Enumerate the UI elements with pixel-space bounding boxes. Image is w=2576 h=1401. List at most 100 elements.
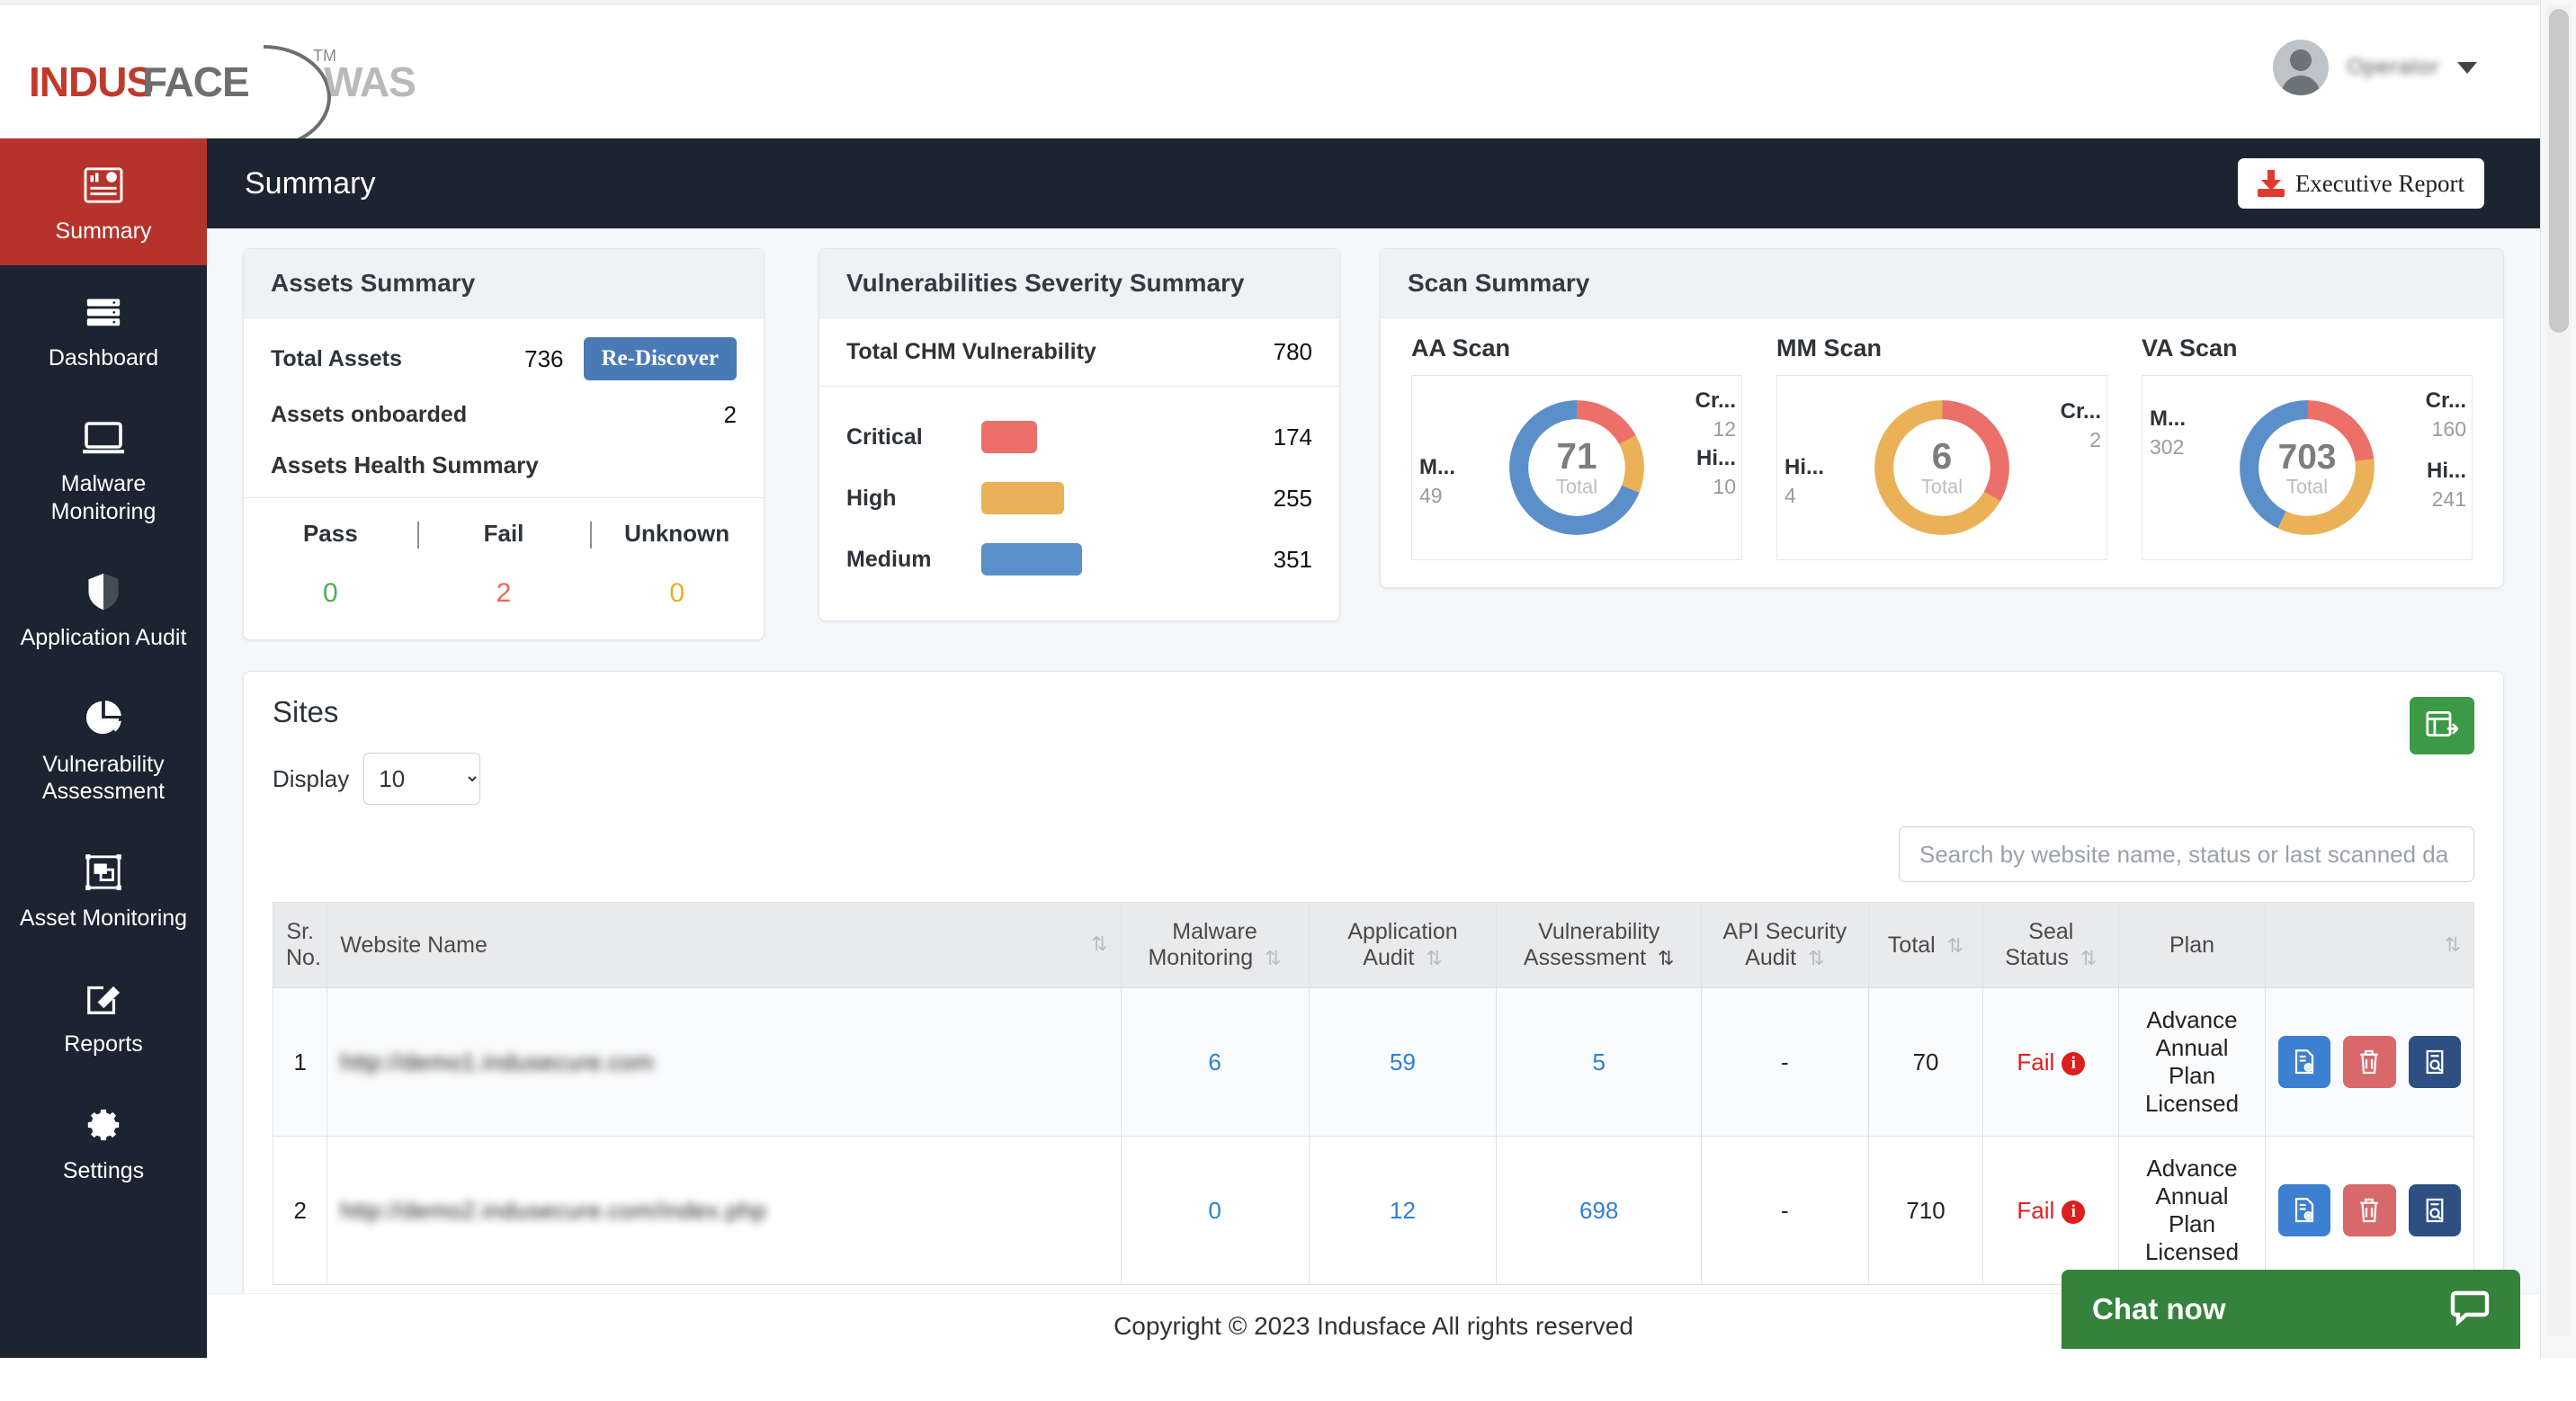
main-content: Assets Summary Total Assets 736 Re-Disco… — [207, 228, 2540, 1358]
profile-menu[interactable]: Operator — [2273, 40, 2477, 95]
cell-total: 70 — [1867, 987, 1984, 1137]
view-report-button[interactable] — [2277, 1036, 2331, 1088]
edit-note-icon — [5, 973, 201, 1023]
scan-chart-aa: AA Scan 71 Total Cr... 12 Hi... 10 M... … — [1411, 335, 1742, 560]
sort-icon[interactable]: ⇅ — [1265, 947, 1281, 969]
col-application-audit[interactable]: Application Audit ⇅ — [1308, 902, 1498, 988]
delete-site-button[interactable] — [2343, 1184, 2396, 1236]
donut-label-medium: M... — [1419, 455, 1455, 479]
delete-site-button[interactable] — [2343, 1036, 2396, 1088]
total-chm-row: Total CHM Vulnerability 780 — [819, 318, 1339, 387]
donut-value-medium: 49 — [1419, 484, 1443, 507]
col-actions[interactable]: ⇅ — [2264, 902, 2475, 988]
col-malware-monitoring[interactable]: Malware Monitoring ⇅ — [1120, 902, 1310, 988]
sort-icon-active[interactable]: ⇅ — [1658, 947, 1674, 969]
sidebar-item-asset-monitoring[interactable]: Asset Monitoring — [0, 825, 207, 952]
sort-icon[interactable]: ⇅ — [2445, 933, 2461, 957]
total-assets-row: Total Assets 736 Re-Discover — [271, 331, 737, 387]
sort-icon[interactable]: ⇅ — [2080, 947, 2097, 969]
display-control: Display 102550100 — [273, 753, 2474, 805]
sidebar-item-dashboard[interactable]: Dashboard — [0, 265, 207, 392]
donut-label-medium: M... — [2150, 406, 2186, 431]
sites-title: Sites — [273, 695, 339, 728]
donut-value-critical: 12 — [1713, 417, 1736, 441]
executive-report-button[interactable]: Executive Report — [2237, 158, 2484, 209]
sort-icon[interactable]: ⇅ — [1808, 947, 1824, 969]
browser-scrollbar-area[interactable] — [2540, 0, 2576, 1401]
donut-total-va: 703 — [2278, 438, 2337, 477]
sidebar-item-reports[interactable]: Reports — [0, 951, 207, 1078]
logo-indus-text: INDUS — [29, 58, 154, 105]
sort-icon[interactable]: ⇅ — [1091, 933, 1107, 956]
summary-panels-row: Assets Summary Total Assets 736 Re-Disco… — [207, 228, 2540, 640]
scan-site-button[interactable] — [2408, 1184, 2461, 1236]
severity-label: High — [846, 485, 897, 511]
scan-chart-va: VA Scan 703 Total Cr... 160 Hi... 241 M.… — [2142, 335, 2473, 560]
donut-total-label-va: Total — [2286, 475, 2328, 497]
scan-chart-title: VA Scan — [2142, 335, 2238, 361]
cell-sr-no: 2 — [272, 1136, 328, 1285]
col-seal-status[interactable]: Seal Status ⇅ — [1982, 902, 2120, 988]
page-title: Summary — [245, 165, 376, 201]
cell-malware-monitoring[interactable]: 6 — [1208, 1049, 1221, 1075]
cell-actions — [2264, 1136, 2475, 1285]
assets-onboarded-label: Assets onboarded — [271, 401, 468, 427]
sort-icon[interactable]: ⇅ — [1426, 947, 1442, 969]
cell-website-name[interactable]: http://demo2.indusecure.com/index.php — [326, 1136, 1122, 1285]
col-api-security-audit[interactable]: API Security Audit ⇅ — [1700, 902, 1869, 988]
page-header-bar: Summary Executive Report — [207, 138, 2540, 228]
scan-summary-title: Scan Summary — [1408, 269, 1590, 297]
cell-vulnerability-assessment[interactable]: 5 — [1592, 1049, 1605, 1075]
severity-bar — [981, 543, 1082, 576]
assets-summary-title: Assets Summary — [271, 269, 476, 297]
re-discover-button[interactable]: Re-Discover — [583, 337, 737, 380]
scan-summary-body: AA Scan 71 Total Cr... 12 Hi... 10 M... … — [1381, 318, 2503, 587]
cell-application-audit[interactable]: 12 — [1390, 1197, 1416, 1224]
severity-value: 351 — [1273, 545, 1312, 573]
sidebar-item-summary[interactable]: Summary — [0, 138, 207, 265]
cell-application-audit[interactable]: 59 — [1390, 1049, 1416, 1075]
search-input[interactable] — [1899, 826, 2474, 882]
col-plan: Plan — [2118, 902, 2266, 988]
cell-malware-monitoring[interactable]: 0 — [1208, 1197, 1221, 1224]
chat-now-label: Chat now — [2092, 1292, 2226, 1325]
scrollbar-thumb[interactable] — [2549, 9, 2569, 333]
info-icon[interactable]: i — [2062, 1200, 2086, 1224]
dashboard-report-icon — [5, 160, 201, 210]
chat-now-widget[interactable]: Chat now — [2062, 1270, 2520, 1349]
severity-label: Medium — [846, 546, 932, 572]
chevron-down-icon[interactable] — [2457, 61, 2477, 74]
view-report-button[interactable] — [2277, 1184, 2331, 1236]
display-count-select[interactable]: 102550100 — [363, 753, 481, 805]
cell-website-name[interactable]: http://demo1.indusecure.com — [326, 987, 1122, 1137]
executive-report-label: Executive Report — [2294, 169, 2464, 197]
cell-vulnerability-assessment[interactable]: 698 — [1579, 1197, 1618, 1224]
sidebar-item-label: Settings — [62, 1157, 145, 1183]
scan-chart-mm: MM Scan 6 Total Cr... 2 Hi... 4 — [1776, 335, 2107, 560]
sites-table: Sr. No. Website Name ⇅ Malware Monitorin… — [272, 902, 2475, 1285]
sidebar-item-label: Summary — [55, 219, 152, 244]
sidebar-item-settings[interactable]: Settings — [0, 1078, 207, 1205]
export-button[interactable] — [2410, 697, 2474, 754]
sites-card: Sites Display 102550100 — [243, 671, 2504, 1358]
scan-chart-title: MM Scan — [1776, 335, 1883, 361]
col-total[interactable]: Total ⇅ — [1867, 902, 1984, 988]
severity-row-critical: Critical 174 — [819, 406, 1339, 468]
sort-icon[interactable]: ⇅ — [1947, 934, 1963, 957]
sidebar-item-label: Reports — [64, 1031, 143, 1057]
pie-chart-icon — [5, 693, 201, 744]
sidebar-item-malware-monitoring[interactable]: Malware Monitoring — [0, 391, 207, 545]
donut-label-high: Hi... — [2426, 459, 2466, 483]
copyright-text: Copyright © 2023 Indusface All rights re… — [1114, 1311, 1633, 1340]
scan-site-button[interactable] — [2408, 1036, 2461, 1088]
col-vulnerability-assessment[interactable]: Vulnerability Assessment ⇅ — [1496, 902, 1702, 988]
sidebar-nav: Summary Dashboard Malware Monitoring App… — [0, 138, 207, 1358]
info-icon[interactable]: i — [2062, 1051, 2086, 1075]
sidebar-item-application-audit[interactable]: Application Audit — [0, 545, 207, 672]
gear-icon — [5, 1100, 201, 1150]
col-website-name[interactable]: Website Name ⇅ — [326, 902, 1122, 988]
sidebar-item-vulnerability-assessment[interactable]: Vulnerability Assessment — [0, 672, 207, 825]
health-cell-fail: Fail 2 — [416, 520, 591, 609]
donut-label-critical: Cr... — [2060, 399, 2101, 424]
donut-total-label-mm: Total — [1921, 475, 1963, 497]
